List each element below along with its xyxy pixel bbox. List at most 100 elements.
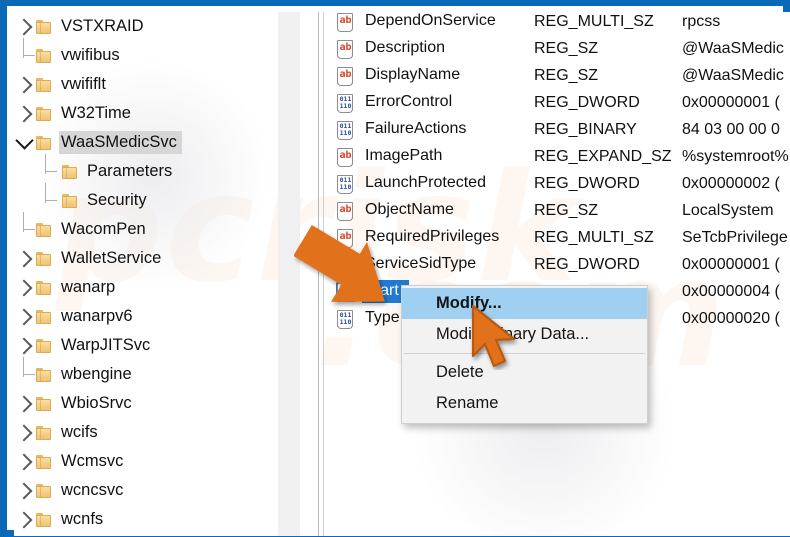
value-name-cell: Description [362,37,534,60]
tree-connector-icon [14,38,36,70]
value-row[interactable]: 011 110 ServiceSidType REG_DWORD 0x00000001 … [325,251,790,278]
tree-item-label[interactable]: WacomPen [59,218,151,242]
tree-item-label[interactable]: vwifibus [59,44,125,68]
value-type: REG_SZ [534,39,599,57]
chevron-right-icon[interactable] [14,389,36,418]
value-name[interactable]: LaunchProtected [362,172,530,195]
value-name[interactable]: ObjectName [362,199,530,222]
chevron-right-icon[interactable] [14,273,36,302]
chevron-right-glyph [15,453,33,470]
chevron-right-icon[interactable] [14,505,36,534]
folder-icon [36,48,52,63]
value-name[interactable]: ErrorControl [362,91,530,114]
tree-item-wbengine[interactable]: wbengine [14,357,278,389]
chevron-right-icon[interactable] [14,70,36,99]
tree-elbow-line [23,38,36,70]
menu-item-modify-binary-data[interactable]: Modify Binary Data... [402,319,647,350]
tree-item-warpjitsvc[interactable]: WarpJITSvc [14,331,278,360]
value-row[interactable]: ab DependOnService REG_MULTI_SZ rpcss [325,12,790,35]
chevron-right-glyph [15,511,33,528]
tree-item-wanarpv6[interactable]: wanarpv6 [14,302,278,331]
tree-item-wacompen[interactable]: WacomPen [14,212,278,244]
tree-item-label[interactable]: VSTXRAID [59,15,149,39]
value-name[interactable]: ImagePath [362,145,530,168]
value-row[interactable]: 011 110 LaunchProtected REG_DWORD 0x00000002… [325,170,790,197]
value-name-cell: RequiredPrivileges [362,226,534,249]
value-type: REG_DWORD [534,93,640,111]
chevron-right-icon[interactable] [14,244,36,273]
tree-item-wcmsvc[interactable]: Wcmsvc [14,447,278,476]
menu-item-rename[interactable]: Rename [402,388,647,419]
chevron-right-icon[interactable] [14,99,36,128]
tree-item-label[interactable]: wanarp [59,276,120,300]
tree-item-security[interactable]: Security [14,183,278,215]
chevron-right-icon[interactable] [14,12,36,41]
menu-item-delete[interactable]: Delete [402,357,647,388]
tree-item-wanarp[interactable]: wanarp [14,273,278,302]
folder-icon [36,512,52,527]
tree-item-vstxraid[interactable]: VSTXRAID [14,12,278,41]
tree-item-wcifs[interactable]: wcifs [14,418,278,447]
value-name[interactable]: ServiceSidType [362,253,530,276]
chevron-right-glyph [15,105,33,122]
value-row[interactable]: ab ObjectName REG_SZ LocalSystem [325,197,790,224]
tree-item-label[interactable]: wcifs [59,421,103,445]
tree-item-label[interactable]: vwififlt [59,73,111,97]
tree-item-label[interactable]: W32Time [59,102,136,126]
tree-item-wcncsvc[interactable]: wcncsvc [14,476,278,505]
ab-string-icon: ab [336,228,356,248]
chevron-down-icon[interactable] [14,128,36,157]
value-row[interactable]: ab ImagePath REG_EXPAND_SZ %systemroot% [325,143,790,170]
folder-icon [36,135,52,150]
value-name[interactable]: DisplayName [362,64,530,87]
chevron-right-icon[interactable] [14,534,36,536]
tree-item-label[interactable]: Security [85,189,152,213]
tree-scroll-gutter[interactable] [278,12,300,536]
tree-item-wbiosrvc[interactable]: WbioSrvc [14,389,278,418]
tree-item-label[interactable]: wcncsvc [59,479,128,503]
value-row[interactable]: 011 110 ErrorControl REG_DWORD 0x00000001 ( [325,89,790,116]
menu-item-modify[interactable]: Modify... [402,288,647,319]
value-row[interactable]: 011 110 FailureActions REG_BINARY 84 03 00 0… [325,116,790,143]
value-type: REG_DWORD [534,174,640,192]
tree-item-label[interactable]: wbengine [59,363,137,387]
tree-item-label[interactable]: Wcmsvc [59,450,128,474]
value-name[interactable]: DependOnService [362,12,530,33]
tree-item-parameters[interactable]: Parameters [14,154,278,186]
chevron-right-icon[interactable] [14,331,36,360]
tree-item-label[interactable]: wcnfs [59,508,108,532]
value-row[interactable]: ab DisplayName REG_SZ @WaaSMedic [325,62,790,89]
value-row[interactable]: ab Description REG_SZ @WaaSMedic [325,35,790,62]
tree-item-vwifibus[interactable]: vwifibus [14,38,278,70]
registry-key-tree[interactable]: VSTXRAID vwifibus vwififlt W32Time WaaSMedic… [14,12,278,536]
registry-value-list[interactable]: ab DependOnService REG_MULTI_SZ rpcssab Desc… [325,12,790,532]
value-name-cell: ErrorControl [362,91,534,114]
value-type: REG_BINARY [534,120,637,138]
chevron-right-icon[interactable] [14,302,36,331]
tree-item-waasmedicsvc[interactable]: WaaSMedicSvc [14,128,278,157]
value-data: @WaaSMedic [682,40,784,57]
value-name[interactable]: RequiredPrivileges [362,226,530,249]
chevron-right-icon[interactable] [14,418,36,447]
tree-item-wcnfs[interactable]: wcnfs [14,505,278,534]
value-row[interactable]: ab RequiredPrivileges REG_MULTI_SZ SeTcbPri… [325,224,790,251]
tree-item-w32time[interactable]: W32Time [14,99,278,128]
folder-icon [36,367,52,382]
context-menu[interactable]: Modify... Modify Binary Data... Delete Rena… [401,285,648,424]
chevron-right-icon[interactable] [14,447,36,476]
tree-item-wdboot[interactable]: WdBoot [14,534,278,536]
value-name[interactable]: Description [362,37,530,60]
folder-icon [36,309,52,324]
tree-item-label[interactable]: Parameters [85,160,177,184]
chevron-right-icon[interactable] [14,476,36,505]
tree-item-label[interactable]: WaaSMedicSvc [59,130,182,155]
value-name-cell: LaunchProtected [362,172,534,195]
value-name[interactable]: FailureActions [362,118,530,141]
tree-item-label[interactable]: WarpJITSvc [59,334,155,358]
panel-splitter[interactable] [318,12,319,536]
tree-item-label[interactable]: WalletService [59,247,166,271]
tree-item-walletservice[interactable]: WalletService [14,244,278,273]
tree-item-label[interactable]: wanarpv6 [59,305,138,329]
tree-item-vwififlt[interactable]: vwififlt [14,70,278,99]
tree-item-label[interactable]: WbioSrvc [59,392,137,416]
